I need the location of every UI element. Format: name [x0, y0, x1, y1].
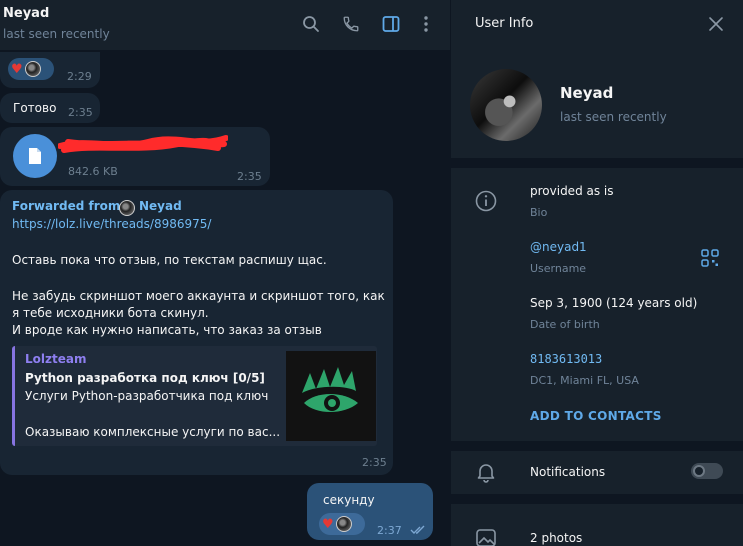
message-bubble[interactable]: ♥ 2:29	[0, 52, 100, 88]
preview-description-more: Оказываю комплексные услуги по вас...	[25, 425, 281, 439]
reaction-chip[interactable]: ♥	[319, 513, 365, 535]
add-to-contacts-button[interactable]: ADD TO CONTACTS	[530, 409, 662, 423]
message-text: Не забудь скриншот моего аккаунта и скри…	[12, 289, 385, 337]
profile-avatar[interactable]	[470, 69, 542, 141]
message-time: 2:35	[362, 456, 387, 469]
sidebar-toggle-icon[interactable]	[381, 14, 401, 34]
username-label: Username	[530, 262, 587, 275]
preview-image[interactable]	[286, 351, 376, 441]
heart-reaction-icon: ♥	[322, 516, 334, 532]
forwarded-sender[interactable]: Neyad	[139, 199, 182, 213]
message-text: секунду	[323, 493, 375, 507]
notifications-toggle[interactable]	[691, 463, 723, 479]
divider	[451, 441, 743, 451]
thread-link[interactable]: https://lolz.live/threads/8986975/	[12, 217, 211, 231]
search-icon[interactable]	[301, 14, 321, 34]
photo-icon	[475, 527, 497, 546]
qr-icon[interactable]	[701, 249, 719, 267]
divider	[451, 494, 743, 504]
info-icon	[475, 190, 497, 212]
toggle-knob	[693, 465, 705, 477]
bio-text: provided as is	[530, 184, 614, 198]
preview-description: Услуги Python-разработчика под ключ	[25, 389, 269, 403]
forwarded-label: Forwarded from	[12, 199, 121, 213]
redacted-filename-scribble	[58, 135, 228, 153]
message-time: 2:35	[68, 106, 93, 119]
divider	[451, 158, 743, 168]
birthday-label: Date of birth	[530, 318, 600, 331]
phone-value[interactable]: 8183613013	[530, 352, 602, 366]
preview-title: Python разработка под ключ [0/5]	[25, 371, 265, 385]
message-time: 2:35	[237, 170, 262, 183]
preview-site-name: Lolzteam	[25, 352, 87, 366]
user-info-panel: User Info Neyad last seen recently provi…	[450, 0, 743, 546]
reactor-avatar	[24, 61, 41, 77]
birthday-value: Sep 3, 1900 (124 years old)	[530, 296, 698, 310]
read-checkmarks-icon	[410, 525, 425, 534]
chat-area: Neyad last seen recently ♥ 2:29 Готово 2…	[0, 0, 450, 546]
chat-header[interactable]: Neyad last seen recently	[0, 0, 450, 50]
more-icon[interactable]	[416, 14, 436, 34]
bell-icon	[475, 461, 497, 483]
file-icon[interactable]	[13, 134, 57, 178]
message-bubble[interactable]: Готово 2:35	[0, 93, 100, 123]
notifications-label: Notifications	[530, 465, 606, 479]
message-time: 2:29	[67, 70, 92, 83]
message-time: 2:37	[377, 524, 402, 537]
message-text: Оставь пока что отзыв, по текстам распиш…	[12, 253, 327, 267]
forwarded-avatar	[119, 200, 135, 216]
close-icon[interactable]	[706, 14, 726, 34]
chat-status: last seen recently	[3, 27, 110, 41]
message-text: Готово	[13, 101, 57, 115]
link-preview[interactable]: Lolzteam Python разработка под ключ [0/5…	[12, 346, 377, 446]
username-value[interactable]: @neyad1	[530, 240, 587, 254]
photos-count[interactable]: 2 photos	[530, 531, 582, 545]
reaction-chip[interactable]: ♥	[8, 58, 54, 80]
location-value: DC1, Miami FL, USA	[530, 374, 639, 387]
profile-status: last seen recently	[560, 110, 667, 124]
outgoing-message-bubble[interactable]: секунду ♥ 2:37	[307, 483, 433, 540]
chat-title[interactable]: Neyad	[3, 6, 49, 21]
reactor-avatar	[335, 516, 352, 532]
profile-name: Neyad	[560, 84, 614, 102]
heart-reaction-icon: ♥	[11, 61, 23, 77]
panel-title: User Info	[475, 16, 534, 31]
bio-label: Bio	[530, 206, 548, 219]
file-size: 842.6 KB	[68, 165, 118, 178]
phone-icon[interactable]	[341, 14, 361, 34]
